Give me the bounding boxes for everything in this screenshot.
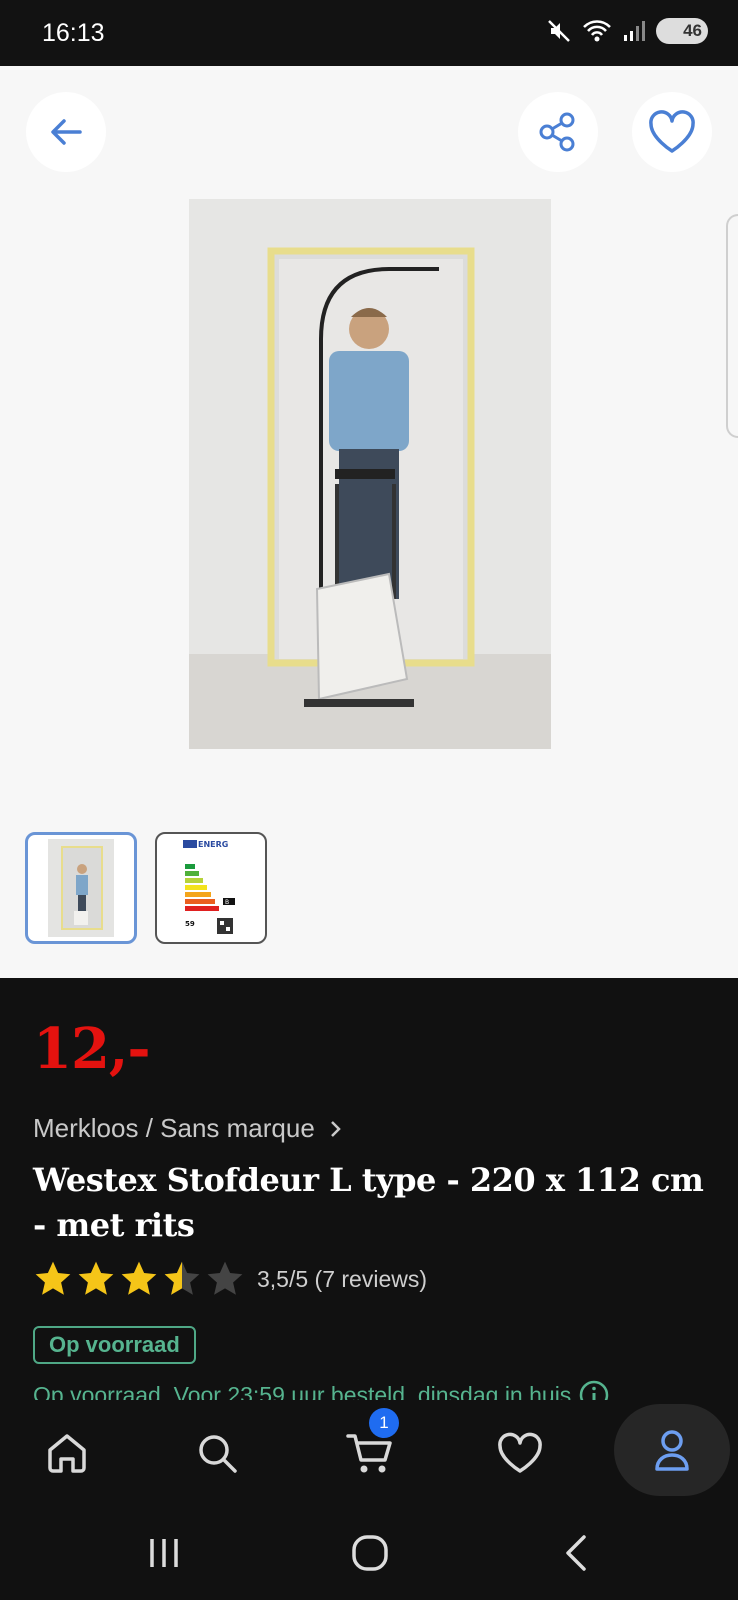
battery-level: 46 xyxy=(683,21,702,40)
nav-favorites[interactable] xyxy=(475,1408,565,1498)
chevron-right-icon xyxy=(331,1121,341,1137)
mute-icon xyxy=(548,20,570,42)
star-icon xyxy=(121,1261,157,1295)
energy-label-class: B xyxy=(225,899,229,906)
signal-icon xyxy=(624,21,645,41)
energy-label-image: ENERG B 59 xyxy=(181,838,241,938)
status-bar: 16:13 46 xyxy=(0,0,738,66)
recent-apps-icon xyxy=(150,1539,178,1567)
search-icon xyxy=(199,1435,237,1473)
home-icon xyxy=(48,1434,86,1473)
star-empty-icon xyxy=(207,1261,243,1295)
back-button[interactable] xyxy=(26,92,106,172)
thumbnail-energy-label[interactable]: ENERG B 59 xyxy=(155,832,267,944)
product-gallery[interactable]: ENERG B 59 xyxy=(0,66,738,978)
home-button[interactable] xyxy=(340,1528,400,1578)
nav-home[interactable] xyxy=(22,1408,112,1498)
product-title: Westex Stofdeur L type - 220 x 112 cm - … xyxy=(33,1161,704,1244)
status-icons: 46 xyxy=(546,18,708,44)
half-star-icon xyxy=(164,1261,200,1295)
info-icon[interactable] xyxy=(579,1380,609,1400)
energy-label-number: 59 xyxy=(185,920,195,928)
back-chevron-icon xyxy=(566,1535,586,1571)
delivery-info: Op voorraad. Voor 23:59 uur besteld, din… xyxy=(33,1380,609,1400)
wifi-icon xyxy=(583,20,611,42)
star-icon xyxy=(78,1261,114,1295)
system-navigation xyxy=(0,1500,738,1600)
bottom-navigation: 1 xyxy=(0,1400,738,1500)
product-photo xyxy=(189,199,551,749)
scroll-handle[interactable] xyxy=(726,214,738,438)
thumbnail-product[interactable] xyxy=(25,832,137,944)
nav-account[interactable] xyxy=(614,1404,730,1496)
share-button[interactable] xyxy=(518,92,598,172)
thumbnail-strip: ENERG B 59 xyxy=(25,832,267,944)
favorite-button[interactable] xyxy=(632,92,712,172)
cart-count-badge: 1 xyxy=(369,1408,399,1438)
share-icon xyxy=(539,112,575,152)
star-rating xyxy=(33,1260,245,1298)
back-arrow-icon xyxy=(51,119,82,145)
battery-indicator: 46 xyxy=(656,18,708,44)
brand-label: Merkloos / Sans marque xyxy=(33,1113,315,1143)
product-price: 12,- xyxy=(33,1016,151,1082)
heart-icon xyxy=(498,1432,542,1473)
heart-icon xyxy=(649,110,695,153)
product-image[interactable] xyxy=(189,199,551,749)
home-circle-icon xyxy=(352,1535,388,1571)
energy-label-header: ENERG xyxy=(198,840,228,849)
rating-text: 3,5/5 (7 reviews) xyxy=(257,1265,428,1292)
thumbnail-product-image xyxy=(48,839,114,937)
delivery-text: Op voorraad. Voor 23:59 uur besteld, din… xyxy=(33,1381,572,1401)
rating-summary[interactable]: 3,5/5 (7 reviews) xyxy=(33,1260,427,1298)
recent-apps-button[interactable] xyxy=(134,1528,194,1578)
nav-cart[interactable]: 1 xyxy=(325,1408,415,1498)
user-icon xyxy=(655,1430,689,1471)
product-info: 12,- Merkloos / Sans marque Westex Stofd… xyxy=(0,978,738,1400)
system-back-button[interactable] xyxy=(548,1528,608,1578)
brand-link[interactable]: Merkloos / Sans marque xyxy=(33,1113,344,1144)
star-icon xyxy=(35,1261,71,1295)
status-time: 16:13 xyxy=(42,19,105,47)
stock-badge: Op voorraad xyxy=(33,1326,196,1364)
nav-search[interactable] xyxy=(172,1408,262,1498)
